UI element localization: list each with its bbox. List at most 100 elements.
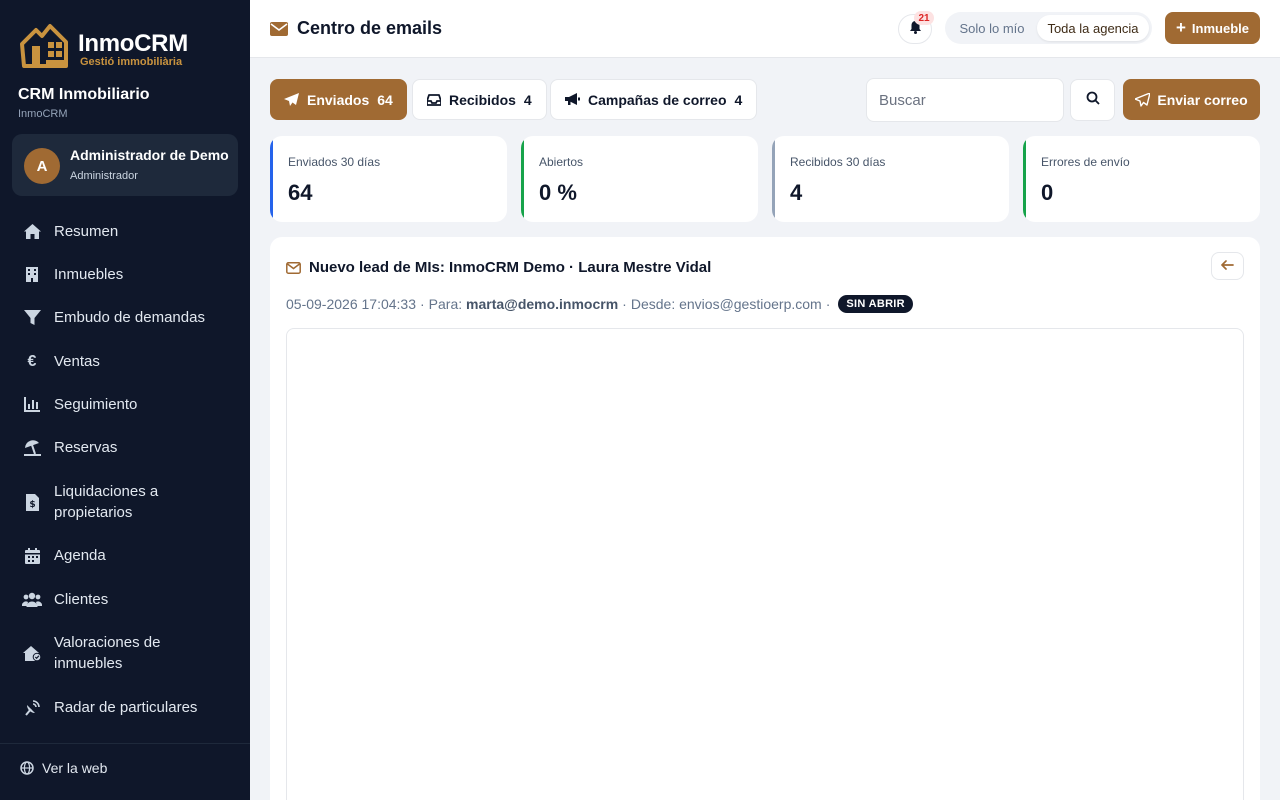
stat-value: 0 [1041,180,1054,205]
stat-label: Recibidos 30 días [790,155,886,169]
calendar-icon [20,546,44,566]
email-from: envios@gestioerp.com [679,296,822,312]
home-icon [20,222,44,242]
sidebar-divider [0,743,250,744]
email-to: marta@demo.inmocrm [466,296,619,312]
euro-icon: € [27,352,37,370]
stat-value: 64 [288,180,313,205]
stat-accent-bar [270,136,273,222]
invoice-icon: $ [20,492,44,512]
stat-card-enviados: Enviados 30 días 64 [270,136,507,222]
sidebar-item-inmuebles[interactable]: Inmuebles [20,264,235,285]
sidebar-item-resumen[interactable]: Resumen [20,221,235,242]
sidebar-item-label: Valoraciones de inmuebles [54,634,161,672]
meta-separator: · [622,296,627,312]
sidebar-item-valoraciones[interactable]: Valoraciones de inmuebles [20,632,235,674]
view-website-label: Ver la web [42,760,108,776]
tab-count: 4 [523,91,532,108]
chart-icon [20,395,44,415]
scope-option-mine[interactable]: Solo lo mío [949,15,1035,41]
sidebar-item-label: Embudo de demandas [54,309,205,326]
sidebar-item-reservas[interactable]: Reservas [20,437,235,458]
send-email-button[interactable]: Enviar correo [1123,79,1260,120]
stat-accent-bar [521,136,524,222]
brand-tagline: Gestió immobiliària [80,56,183,68]
sidebar-item-embudo[interactable]: Embudo de demandas [20,307,235,328]
umbrella-beach-icon [20,438,44,458]
send-email-label: Enviar correo [1157,91,1248,108]
email-from-label: Desde: [630,296,676,312]
stat-card-recibidos: Recibidos 30 días 4 [772,136,1009,222]
page-title: Centro de emails [270,18,442,39]
meta-separator: · [825,296,831,312]
globe-icon [20,761,36,775]
building-icon [20,265,44,285]
scope-toggle: Solo lo mío Toda la agencia [945,12,1152,44]
sidebar-item-label: Reservas [54,439,118,456]
back-button[interactable] [1211,252,1244,280]
brand-logo[interactable]: InmoCRM Gestió immobiliària [18,18,198,72]
tab-count: 4 [734,91,743,108]
email-to-label: Para: [428,296,463,312]
search-input[interactable] [866,78,1064,122]
notifications-badge: 21 [914,11,934,25]
page-title-text: Centro de emails [297,18,443,38]
search-icon [1086,91,1100,110]
users-icon [20,590,44,610]
sidebar-item-label: Liquidaciones a propietarios [54,483,159,521]
sidebar-item-ventas[interactable]: € Ventas [20,351,235,372]
sidebar-item-label: Inmuebles [54,266,124,283]
stat-accent-bar [772,136,775,222]
email-subject-text: Nuevo lead de MIs: InmoCRM Demo · Laura … [309,259,712,276]
tab-count: 64 [377,91,393,108]
tab-label: Campañas de correo [588,91,727,108]
tab-label: Enviados [307,91,370,108]
add-property-label: Inmueble [1191,20,1249,36]
logo-houses-icon [20,24,68,68]
email-body-frame[interactable] [286,328,1244,800]
stat-label: Abiertos [539,155,584,169]
tab-campanas[interactable]: Campañas de correo 4 [550,79,758,120]
sidebar-item-label: Ventas [54,353,100,370]
envelope-outline-icon [286,261,301,274]
stat-label: Errores de envío [1041,155,1130,169]
brand-name: InmoCRM [78,30,188,57]
user-role: Administrador [70,170,138,182]
crm-title: CRM Inmobiliario [18,86,150,103]
tab-recibidos[interactable]: Recibidos 4 [412,79,547,120]
funnel-icon [20,308,44,328]
sidebar-item-radar[interactable]: Radar de particulares [20,697,235,718]
stat-card-abiertos: Abiertos 0 % [521,136,758,222]
sidebar-item-seguimiento[interactable]: Seguimiento [20,394,235,415]
sidebar-item-label: Seguimiento [54,396,138,413]
crm-subtitle: InmoCRM [18,108,68,120]
user-card[interactable]: A Administrador de Demo Administrador [12,134,238,196]
search-button[interactable] [1070,79,1115,121]
stat-value: 0 % [539,180,577,205]
sidebar-item-agenda[interactable]: Agenda [20,545,235,566]
svg-text:$: $ [29,500,35,510]
stat-label: Enviados 30 días [288,155,381,169]
scope-option-agency[interactable]: Toda la agencia [1037,15,1149,41]
user-name: Administrador de Demo [70,147,229,163]
satellite-dish-icon [20,698,44,718]
top-header: Centro de emails 21 Solo lo mío Toda la … [250,0,1280,58]
stat-card-errores: Errores de envío 0 [1023,136,1260,222]
stat-accent-bar [1023,136,1026,222]
envelope-icon [270,21,288,36]
sidebar-item-label: Agenda [54,547,106,564]
add-property-button[interactable]: + Inmueble [1165,12,1260,44]
view-website-link[interactable]: Ver la web [20,760,107,776]
email-meta: 05-09-2026 17:04:33 · Para: marta@demo.i… [286,295,913,313]
sidebar-item-clientes[interactable]: Clientes [20,589,235,610]
sidebar: InmoCRM Gestió immobiliària CRM Inmobili… [0,0,250,800]
meta-separator: · [420,296,425,312]
arrow-left-icon [1221,257,1234,275]
inbox-icon [427,93,441,106]
sidebar-item-liquidaciones[interactable]: $ Liquidaciones a propietarios [20,481,235,523]
sidebar-item-label: Clientes [54,591,109,608]
tab-enviados[interactable]: Enviados 64 [270,79,407,120]
email-datetime: 05-09-2026 17:04:33 [286,296,416,312]
avatar: A [24,148,60,184]
sidebar-item-label: Radar de particulares [54,699,198,716]
